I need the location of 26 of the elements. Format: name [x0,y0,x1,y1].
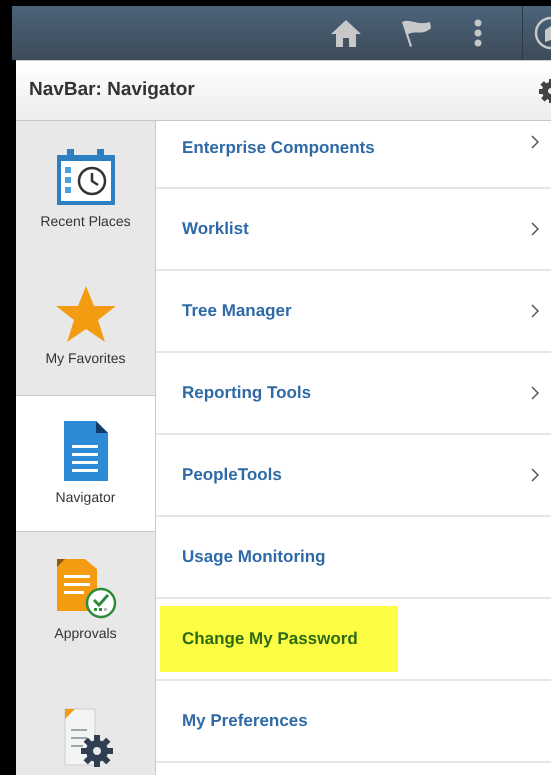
panel-title: NavBar: Navigator [29,78,195,102]
menu-label: Worklist [182,218,249,240]
sidebar-tab[interactable]: Navigator [16,395,155,532]
menu-item[interactable]: Reporting Tools [156,353,551,435]
menu-item[interactable]: Worklist [156,189,551,271]
menu-label: Tree Manager [182,300,292,322]
document-icon [62,419,110,483]
menu-item[interactable]: Change My Password [156,599,551,681]
menu-label: Usage Monitoring [182,546,326,568]
menu-item[interactable]: Usage Monitoring [156,517,551,599]
menu-item[interactable]: PeopleTools [156,435,551,517]
menu-label: Change My Password [160,606,398,672]
more-options-icon[interactable] [474,19,482,47]
menu-item[interactable]: My Preferences [156,681,551,763]
star-icon [54,284,118,344]
compass-icon[interactable] [533,16,551,50]
menu-label: Enterprise Components [182,137,375,159]
menu-label: My Preferences [182,710,308,732]
menu-item[interactable]: Tree Manager [156,271,551,353]
menu-item[interactable]: Enterprise Components [156,121,551,189]
menu-label: Reporting Tools [182,382,312,404]
menu-label: PeopleTools [182,464,282,486]
document-check-icon [54,557,116,619]
home-icon[interactable] [330,18,362,48]
flag-icon[interactable] [400,18,432,48]
calendar-clock-icon [54,147,116,207]
